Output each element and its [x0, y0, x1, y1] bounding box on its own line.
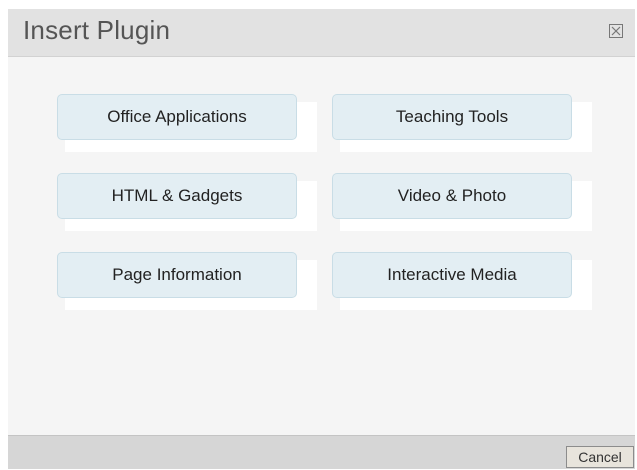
teaching-tools-button[interactable]: Teaching Tools — [332, 94, 572, 140]
dialog-footer: Cancel — [8, 435, 635, 469]
plugin-cell: Teaching Tools — [332, 94, 592, 152]
plugin-cell: Video & Photo — [332, 173, 592, 231]
cancel-button[interactable]: Cancel — [566, 446, 634, 468]
plugin-cell: Page Information — [57, 252, 317, 310]
insert-plugin-dialog: Insert Plugin Office Applications Teachi… — [8, 9, 635, 469]
plugin-cell: Office Applications — [57, 94, 317, 152]
plugin-cell: Interactive Media — [332, 252, 592, 310]
dialog-title: Insert Plugin — [23, 15, 171, 45]
plugin-cell: HTML & Gadgets — [57, 173, 317, 231]
page-information-button[interactable]: Page Information — [57, 252, 297, 298]
interactive-media-button[interactable]: Interactive Media — [332, 252, 572, 298]
html-gadgets-button[interactable]: HTML & Gadgets — [57, 173, 297, 219]
dialog-titlebar: Insert Plugin — [8, 9, 635, 57]
office-applications-button[interactable]: Office Applications — [57, 94, 297, 140]
video-photo-button[interactable]: Video & Photo — [332, 173, 572, 219]
close-icon[interactable] — [609, 24, 623, 38]
